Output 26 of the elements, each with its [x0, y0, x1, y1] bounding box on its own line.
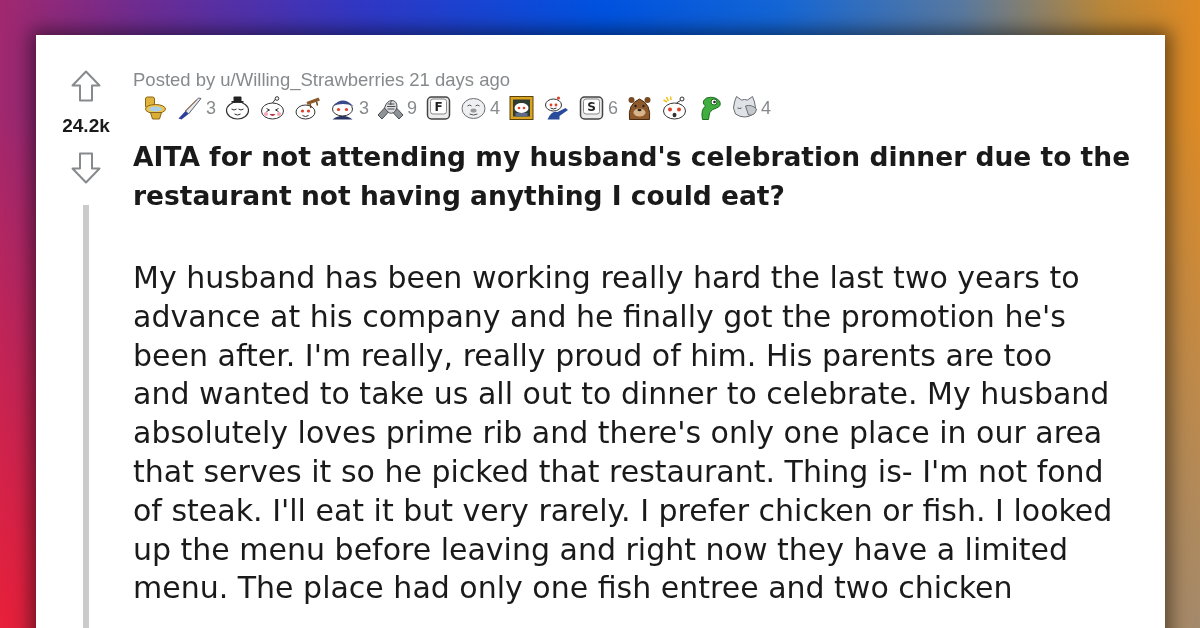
award-count: 3 — [206, 97, 216, 119]
facepalm-cat-icon — [731, 96, 759, 120]
keycap-icon: F — [425, 96, 453, 120]
downvote-button[interactable] — [71, 152, 101, 184]
post-body: My husband has been working really hard the last two years to advance at his company and he finally got the promotion he's been after. I'm really, really proud of him. His parents are too and wanted to take us all out to dinner to celebrate. My husband absolutely loves prime rib and there's only one place in our area that serves it so he picked that restaurant. Thing is- I'm not fond of steak. I'll eat it but very rarely. I prefer chicken or fish. I looked up the menu before leaving and right now they have a limited menu. The place had only one fish entree and two chicken — [133, 259, 1114, 608]
round-face-icon — [460, 96, 488, 120]
author-link[interactable]: u/Willing_Strawberries — [220, 69, 405, 91]
byline-label: Posted by — [133, 69, 216, 91]
keycap-icon: S — [578, 96, 606, 120]
arrow-up-icon — [71, 70, 101, 102]
upvote-button[interactable] — [71, 70, 101, 102]
vote-score: 24.2k — [62, 115, 110, 137]
table-flip-icon — [294, 96, 321, 120]
arrow-down-icon — [71, 152, 101, 184]
sleeping-face-icon — [224, 96, 251, 120]
surprised-face-icon — [661, 96, 689, 120]
knife-icon — [176, 96, 203, 120]
post-age: 21 days ago — [409, 69, 511, 91]
framed-portrait-icon — [508, 96, 536, 120]
post-title: AITA for not attending my husband's celebration dinner due to the restaurant not having anything I could eat? — [133, 140, 1132, 213]
award-count: 6 — [608, 97, 619, 119]
award-count: 4 — [761, 97, 772, 119]
award-count: 9 — [407, 97, 418, 119]
laughing-face-icon — [259, 96, 286, 120]
award-count: 3 — [359, 97, 370, 119]
award-count: 4 — [490, 97, 501, 119]
